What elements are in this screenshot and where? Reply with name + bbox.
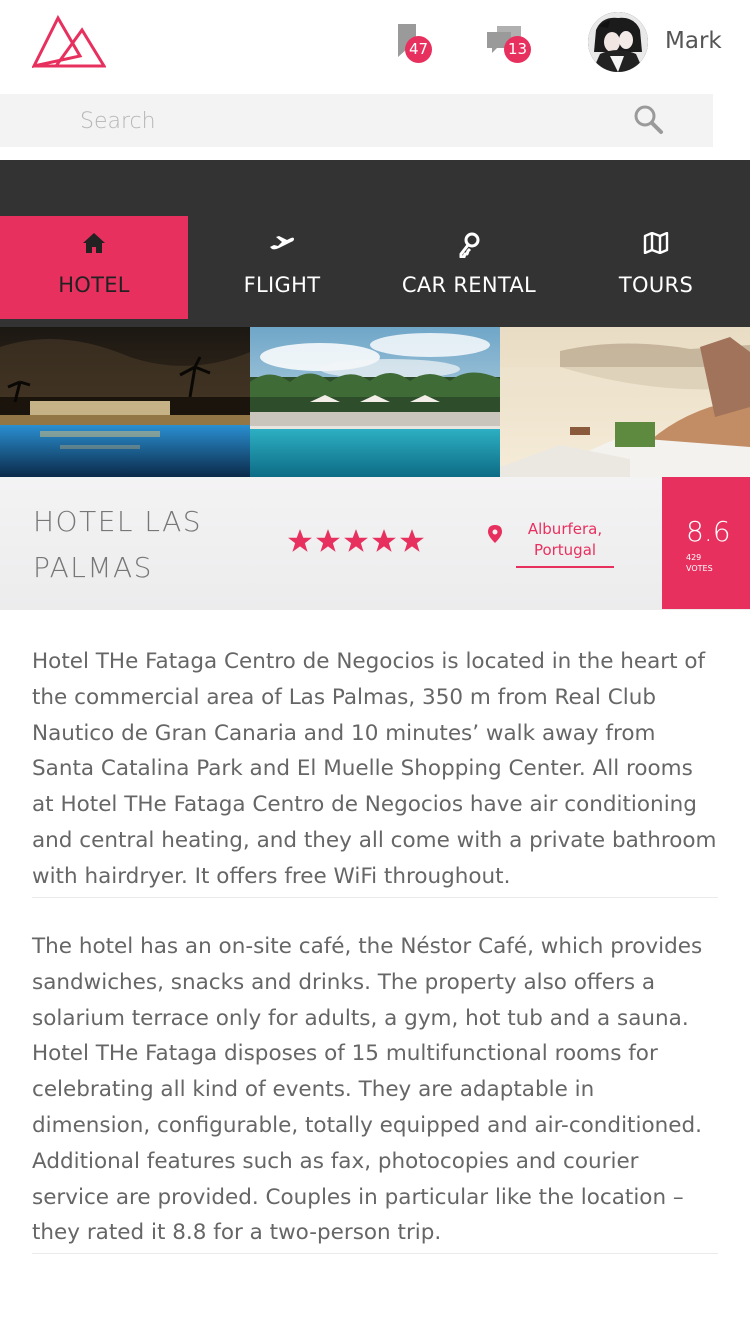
star-icon [288, 529, 312, 552]
star-rating [287, 528, 425, 554]
gallery-photo-terrace[interactable] [500, 327, 750, 477]
gallery-photo-day-pool[interactable] [250, 327, 500, 477]
description-paragraph-1: Hotel THe Fataga Centro de Negocios is l… [32, 644, 718, 898]
search-input[interactable] [80, 104, 600, 138]
star-icon [400, 529, 424, 552]
user-name[interactable]: Mark [665, 28, 722, 54]
key-icon [459, 232, 480, 258]
star-icon [344, 529, 368, 552]
tab-hotel[interactable]: HOTEL [0, 216, 188, 319]
gallery-photo-night-pool[interactable] [0, 327, 250, 477]
bookmark-count-badge: 47 [405, 36, 432, 63]
hotel-location-link[interactable]: Alburfera, Portugal [516, 519, 614, 568]
messages-button[interactable]: 13 [487, 24, 535, 68]
tab-car-rental[interactable]: CAR RENTAL [375, 216, 563, 319]
plane-icon [270, 236, 294, 250]
message-count-badge: 13 [504, 36, 531, 63]
description-paragraph-2: The hotel has an on-site café, the Nésto… [32, 929, 718, 1255]
tab-flight-label: FLIGHT [243, 273, 321, 297]
search-bar [0, 94, 713, 147]
avatar-image [588, 12, 648, 72]
star-icon [316, 529, 340, 552]
bookmarks-button[interactable]: 47 [398, 24, 446, 68]
map-icon [643, 232, 669, 254]
avatar[interactable] [588, 12, 648, 72]
score-value: 8.6 [686, 515, 731, 548]
votes-label: VOTES [686, 564, 713, 573]
tab-flight[interactable]: FLIGHT [188, 216, 376, 319]
photo-gallery [0, 327, 750, 477]
star-icon [372, 529, 396, 552]
tab-car-rental-label: CAR RENTAL [401, 273, 537, 297]
search-icon[interactable] [632, 103, 664, 135]
votes-number: 429 [686, 553, 702, 562]
tab-tours-label: TOURS [618, 273, 694, 297]
tab-hotel-label: HOTEL [58, 273, 130, 297]
votes-count: 429 VOTES [686, 552, 713, 574]
tab-tours[interactable]: TOURS [562, 216, 750, 319]
score-badge: 8.6 429 VOTES [662, 477, 750, 609]
hotel-name: HOTEL LAS PALMAS [33, 505, 203, 584]
location-pin-icon [488, 525, 502, 543]
app-header: 47 13 Mark [0, 0, 750, 90]
hotel-info-bar: HOTEL LAS PALMAS Alburfera, Portugal [0, 477, 750, 610]
home-icon [83, 233, 105, 253]
logo-icon[interactable] [32, 14, 106, 68]
